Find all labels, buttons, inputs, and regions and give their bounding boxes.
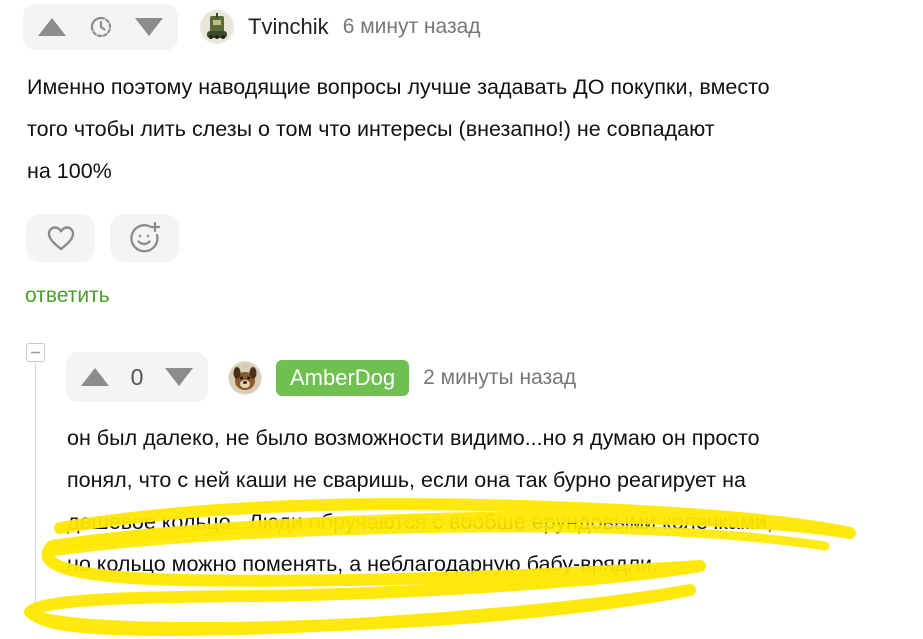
comment-body: он был далеко, не было возможности видим…	[67, 417, 773, 585]
tank-avatar-icon	[201, 11, 233, 43]
comment-header: AmberDog 2 минуты назад	[228, 360, 576, 396]
collapse-thread-button[interactable]	[26, 343, 45, 362]
downvote-button[interactable]	[164, 367, 194, 387]
comment-time[interactable]: 6 минут назад	[343, 15, 481, 39]
upvote-button[interactable]	[37, 17, 67, 37]
dog-avatar-icon	[229, 362, 261, 394]
comment-time[interactable]: 2 минуты назад	[423, 366, 576, 390]
vote-widget: 0	[66, 352, 208, 402]
comment-line: дешевое кольцо...Люди обручаются с вообш…	[67, 510, 773, 534]
arrow-down-icon	[135, 18, 163, 36]
comment-line: того чтобы лить слезы о том что интересы…	[27, 117, 715, 141]
minus-icon	[31, 351, 40, 354]
comment-header: Tvinchik 6 минут назад	[200, 10, 481, 44]
arrow-down-icon	[164, 368, 193, 386]
add-reaction-button[interactable]	[110, 214, 179, 262]
comment-line: понял, что с ней каши не сваришь, если о…	[67, 468, 746, 492]
arrow-up-icon	[81, 368, 109, 386]
comment-body: Именно поэтому наводящие вопросы лучше з…	[27, 66, 770, 192]
emoji-add-icon	[129, 221, 160, 253]
avatar[interactable]	[200, 10, 234, 44]
like-button[interactable]	[26, 214, 95, 262]
vote-widget	[23, 4, 178, 50]
downvote-button[interactable]	[134, 17, 164, 37]
author-name[interactable]: Tvinchik	[248, 14, 329, 40]
author-badge[interactable]: AmberDog	[276, 360, 410, 396]
comment-line: он был далеко, не было возможности видим…	[67, 426, 760, 450]
reply-link[interactable]: ответить	[25, 284, 110, 308]
rating-value: 0	[130, 363, 144, 390]
avatar[interactable]	[228, 361, 262, 395]
clock-icon	[89, 15, 113, 39]
comment-line: на 100%	[27, 159, 112, 183]
comment-line: но кольцо можно поменять, а неблагодарну…	[67, 552, 659, 576]
arrow-up-icon	[38, 18, 66, 36]
comment-line: Именно поэтому наводящие вопросы лучше з…	[27, 75, 770, 99]
thread-line[interactable]	[35, 363, 36, 623]
heart-icon	[47, 226, 74, 251]
upvote-button[interactable]	[80, 367, 110, 387]
